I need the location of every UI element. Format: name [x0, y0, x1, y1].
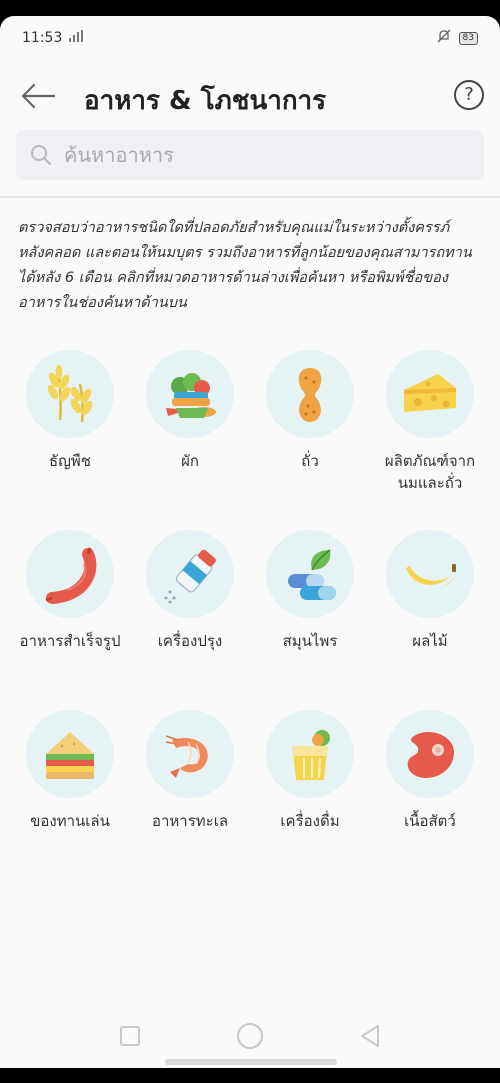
- category-label: ผัก: [181, 452, 199, 470]
- category-label: อาหารทะเล: [151, 812, 229, 830]
- system-nav-bar: [0, 1006, 500, 1066]
- divider: [0, 196, 500, 198]
- triangle-back-icon: [361, 1025, 379, 1047]
- category-snacks[interactable]: ของทานเล่น: [10, 704, 130, 884]
- circle-icon: [237, 1023, 263, 1049]
- status-bar: 11:53 83: [0, 16, 500, 60]
- app-screen: 11:53 83 อาหาร & โภชนาการ ? ตรวจสอบว่าอ: [0, 16, 500, 1068]
- peanut-icon: [298, 368, 322, 422]
- home-indicator: [165, 1059, 337, 1065]
- category-label: เนื้อสัตว์: [404, 812, 456, 830]
- category-label: ถั่ว: [301, 452, 319, 470]
- status-time: 11:53: [22, 30, 63, 46]
- category-drinks[interactable]: เครื่องดื่ม: [250, 704, 370, 884]
- category-meat[interactable]: เนื้อสัตว์: [370, 704, 490, 884]
- battery-icon: 83: [458, 31, 478, 45]
- back-button[interactable]: [20, 82, 56, 110]
- category-label: อาหารสำเร็จรูป: [19, 632, 121, 650]
- search-input[interactable]: [62, 142, 466, 168]
- category-grains[interactable]: ธัญพืช: [10, 344, 130, 524]
- grain-icon: [47, 365, 93, 423]
- header: อาหาร & โภชนาการ ?: [0, 68, 500, 124]
- sandwich-icon: [46, 732, 94, 779]
- salt-shaker-icon: [164, 549, 216, 604]
- category-label: เครื่องปรุง: [157, 632, 223, 650]
- search-icon: [31, 145, 51, 165]
- banana-icon: [406, 564, 456, 589]
- description-text: ตรวจสอบว่าอาหารชนิดใดที่ปลอดภัยสำหรับคุณ…: [18, 220, 472, 311]
- square-icon: [120, 1026, 140, 1046]
- drink-icon: [292, 730, 330, 780]
- page-title: อาหาร & โภชนาการ: [84, 86, 327, 116]
- category-seafood[interactable]: อาหารทะเล: [130, 704, 250, 884]
- category-label: สมุนไพร: [282, 632, 338, 650]
- category-label: เครื่องดื่ม: [280, 812, 340, 830]
- arrow-left-icon: [21, 83, 56, 109]
- home-button[interactable]: [230, 1016, 270, 1056]
- category-grid: ธัญพืช ผัก ถั่ว ผลิตภัณฑ์จากนมและถั่ว อา…: [10, 344, 490, 884]
- recents-button[interactable]: [110, 1016, 150, 1056]
- category-label: ของทานเล่น: [30, 812, 110, 830]
- sausage-icon: [45, 547, 97, 604]
- vegetables-icon: [166, 373, 216, 418]
- herbs-icon: [288, 549, 336, 600]
- category-condiments[interactable]: เครื่องปรุง: [130, 524, 250, 704]
- cheese-icon: [404, 374, 456, 412]
- category-fruits[interactable]: ผลไม้: [370, 524, 490, 704]
- category-vegetables[interactable]: ผัก: [130, 344, 250, 524]
- back-nav-button[interactable]: [350, 1016, 390, 1056]
- bottom-bezel: [0, 1068, 500, 1083]
- category-label: ธัญพืช: [48, 452, 91, 470]
- shrimp-icon: [165, 735, 208, 778]
- category-label: ผลิตภัณฑ์จากนมและถั่ว: [384, 452, 476, 492]
- category-label: ผลไม้: [412, 632, 448, 650]
- category-processed-food[interactable]: อาหารสำเร็จรูป: [10, 524, 130, 704]
- help-button[interactable]: ?: [454, 80, 484, 110]
- meat-icon: [407, 731, 454, 778]
- signal-icon: [68, 30, 84, 46]
- category-nuts[interactable]: ถั่ว: [250, 344, 370, 524]
- search-bar[interactable]: [16, 130, 484, 180]
- category-herbs[interactable]: สมุนไพร: [250, 524, 370, 704]
- category-dairy[interactable]: ผลิตภัณฑ์จากนมและถั่ว: [370, 344, 490, 524]
- mute-icon: [437, 29, 451, 47]
